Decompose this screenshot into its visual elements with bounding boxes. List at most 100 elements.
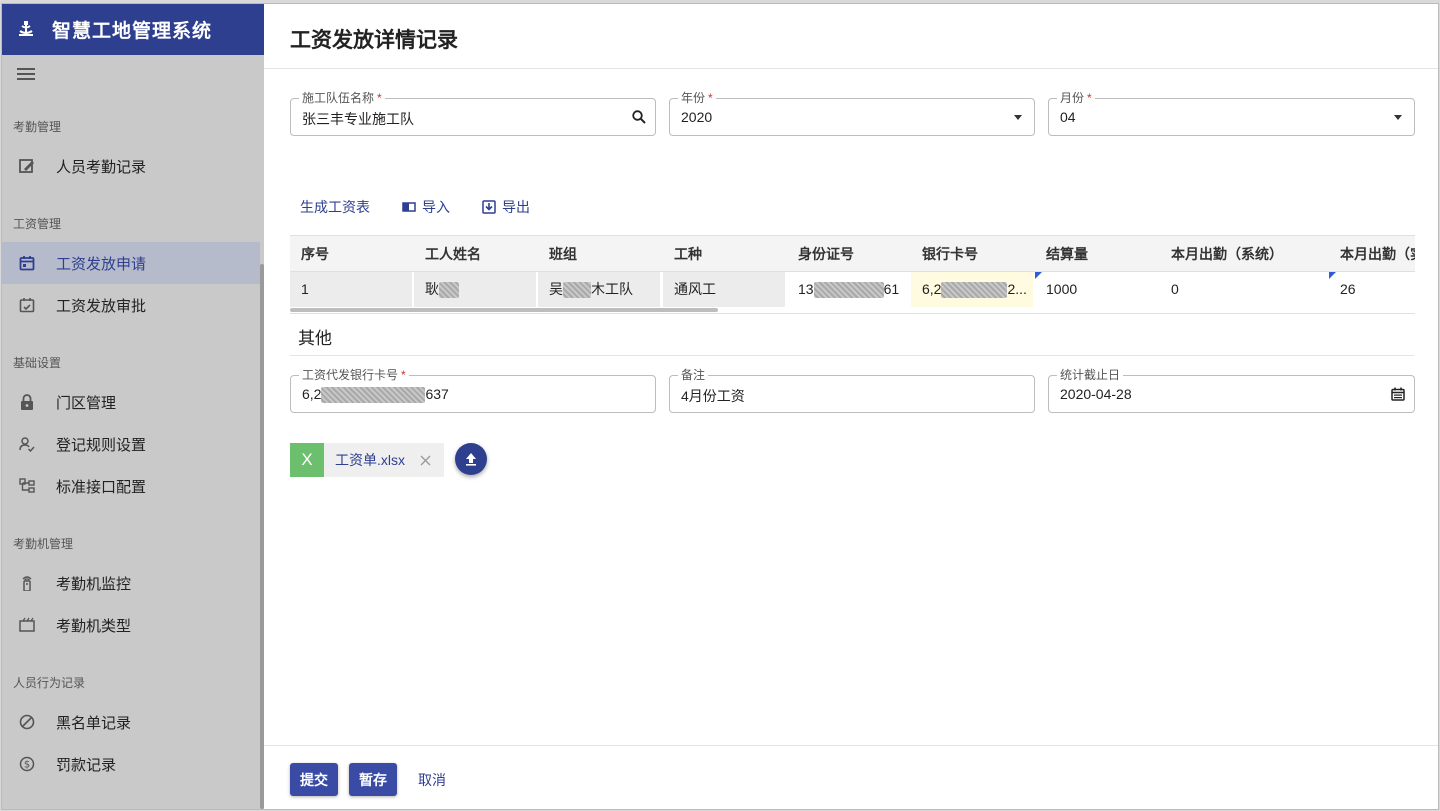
year-select[interactable]: 年份 * 2020 <box>669 90 1035 136</box>
cell-team-prefix: 吴 <box>549 281 563 297</box>
bank-card-label: 工资代发银行卡号 <box>302 368 399 382</box>
cell-attend-real: 26 <box>1329 272 1415 307</box>
month-select[interactable]: 月份 * 04 <box>1048 90 1415 136</box>
section-basic-settings: 基础设置 <box>13 356 62 370</box>
table-bottom-border <box>290 313 1415 314</box>
brand-header: 智慧工地管理系统 <box>2 4 264 55</box>
table-header: 序号 工人姓名 班组 工种 身份证号 银行卡号 结算量 本月出勤（系统） 本月出… <box>290 235 1415 272</box>
column-header: 本月出勤（系统） <box>1171 246 1283 262</box>
book-open-icon <box>402 200 416 214</box>
sidebar-item-salary-apply[interactable]: 工资发放申请 <box>2 242 260 284</box>
submit-button[interactable]: 提交 <box>290 763 338 796</box>
attachment-chip[interactable]: X 工资单.xlsx <box>290 443 444 477</box>
team-name-value: 张三丰专业施工队 <box>302 111 414 127</box>
clapper-icon <box>18 616 36 634</box>
required-mark: * <box>708 91 713 105</box>
sidebar-item-label: 门区管理 <box>56 394 117 412</box>
svg-text:$: $ <box>24 760 30 771</box>
section-salary: 工资管理 <box>13 217 62 231</box>
export-label: 导出 <box>502 199 530 215</box>
footer-divider <box>264 745 1438 746</box>
download-box-icon <box>482 200 496 214</box>
cell-attend-sys: 0 <box>1171 281 1179 297</box>
table-horizontal-scrollbar[interactable] <box>290 308 718 312</box>
sidebar-item-attendance-records[interactable]: 人员考勤记录 <box>2 145 260 187</box>
sidebar-item-fines[interactable]: $ 罚款记录 <box>2 743 260 785</box>
calendar-check-icon <box>18 296 36 314</box>
month-label: 月份 <box>1060 91 1085 105</box>
import-label: 导入 <box>422 199 450 215</box>
sidebar-item-machine-types[interactable]: 考勤机类型 <box>2 604 260 646</box>
column-header: 班组 <box>549 246 577 262</box>
chevron-down-icon[interactable] <box>1010 109 1026 125</box>
chevron-down-icon[interactable] <box>1390 109 1406 125</box>
attachment-filename[interactable]: 工资单.xlsx <box>335 450 405 470</box>
cell-name: 耿 <box>414 272 536 307</box>
bank-card-suffix: 637 <box>425 386 449 402</box>
sidebar-item-interface-config[interactable]: 标准接口配置 <box>2 465 260 507</box>
main-content: 工资发放详情记录 施工队伍名称 * 张三丰专业施工队 年份 * 2020 月份 * 0… <box>264 4 1438 809</box>
table-row[interactable]: 1 耿 吴 木工队 通风工 13 61 6,2 2... 1000 0 26 <box>290 272 1415 308</box>
section-attendance-machines: 考勤机管理 <box>13 537 74 551</box>
column-header: 序号 <box>301 246 329 262</box>
team-name-field[interactable]: 施工队伍名称 * 张三丰专业施工队 <box>290 90 656 136</box>
cancel-button[interactable]: 取消 <box>408 763 456 796</box>
remote-icon <box>18 574 36 592</box>
redaction <box>813 282 884 299</box>
edit-marker <box>1035 272 1042 279</box>
column-header: 本月出勤（实 <box>1340 246 1415 262</box>
column-header: 银行卡号 <box>922 246 978 262</box>
cell-settle-value: 1000 <box>1046 281 1078 297</box>
sidebar-item-machine-monitor[interactable]: 考勤机监控 <box>2 562 260 604</box>
sidebar-item-label: 人员考勤记录 <box>56 158 147 176</box>
tree-icon <box>18 477 36 495</box>
cell-seq: 1 <box>290 272 412 307</box>
bank-card-value: 6,2 637 <box>302 386 449 404</box>
edit-note-icon <box>18 157 36 175</box>
cell-trade: 通风工 <box>663 272 785 307</box>
cell-team: 吴 木工队 <box>538 272 660 307</box>
upload-button[interactable] <box>455 443 487 475</box>
app-window: 智慧工地管理系统 考勤管理 人员考勤记录 工资管理 工资发放申请 工资发放审批 … <box>1 3 1439 810</box>
cell-name-text: 耿 <box>425 281 439 297</box>
cell-card-prefix: 6,2 <box>922 281 942 297</box>
menu-toggle-icon[interactable] <box>17 68 35 83</box>
redaction <box>941 282 1008 299</box>
cell-id-prefix: 13 <box>798 281 814 297</box>
app-title: 智慧工地管理系统 <box>52 21 213 42</box>
sidebar-item-blacklist[interactable]: 黑名单记录 <box>2 701 260 743</box>
calendar-icon <box>18 254 36 272</box>
redaction <box>563 282 591 299</box>
column-header: 结算量 <box>1046 246 1088 262</box>
other-section-title: 其他 <box>298 329 332 348</box>
column-header: 工种 <box>674 246 702 262</box>
sidebar-item-salary-approval[interactable]: 工资发放审批 <box>2 284 260 326</box>
cutoff-date-label: 统计截止日 <box>1060 368 1121 382</box>
search-icon[interactable] <box>631 109 647 125</box>
close-icon[interactable] <box>418 453 432 467</box>
sidebar-item-registration-rules[interactable]: 登记规则设置 <box>2 423 260 465</box>
sidebar-item-label: 黑名单记录 <box>56 714 132 732</box>
block-icon <box>18 713 36 731</box>
table-toolbar: 生成工资表 导入 导出 <box>290 197 562 217</box>
upload-icon <box>466 453 476 466</box>
cutoff-date-field[interactable]: 统计截止日 2020-04-28 <box>1048 367 1415 413</box>
cell-id: 13 61 <box>787 272 909 307</box>
section-attendance: 考勤管理 <box>13 120 62 134</box>
header-divider <box>264 68 1438 69</box>
other-divider <box>290 355 1414 356</box>
generate-salary-table-button[interactable]: 生成工资表 <box>290 197 370 217</box>
import-button[interactable]: 导入 <box>402 197 450 217</box>
export-button[interactable]: 导出 <box>482 197 530 217</box>
save-draft-button[interactable]: 暂存 <box>349 763 397 796</box>
month-value: 04 <box>1060 109 1076 125</box>
team-name-label: 施工队伍名称 <box>302 91 375 105</box>
column-header: 身份证号 <box>798 246 854 262</box>
excel-file-icon: X <box>290 443 324 477</box>
dollar-circle-icon: $ <box>18 755 36 773</box>
calendar-icon[interactable] <box>1390 386 1406 402</box>
lock-icon <box>18 393 36 411</box>
sidebar-item-gate-management[interactable]: 门区管理 <box>2 381 260 423</box>
remark-field[interactable]: 备注 4月份工资 <box>669 367 1035 413</box>
bank-card-field[interactable]: 工资代发银行卡号 * 6,2 637 <box>290 367 656 413</box>
